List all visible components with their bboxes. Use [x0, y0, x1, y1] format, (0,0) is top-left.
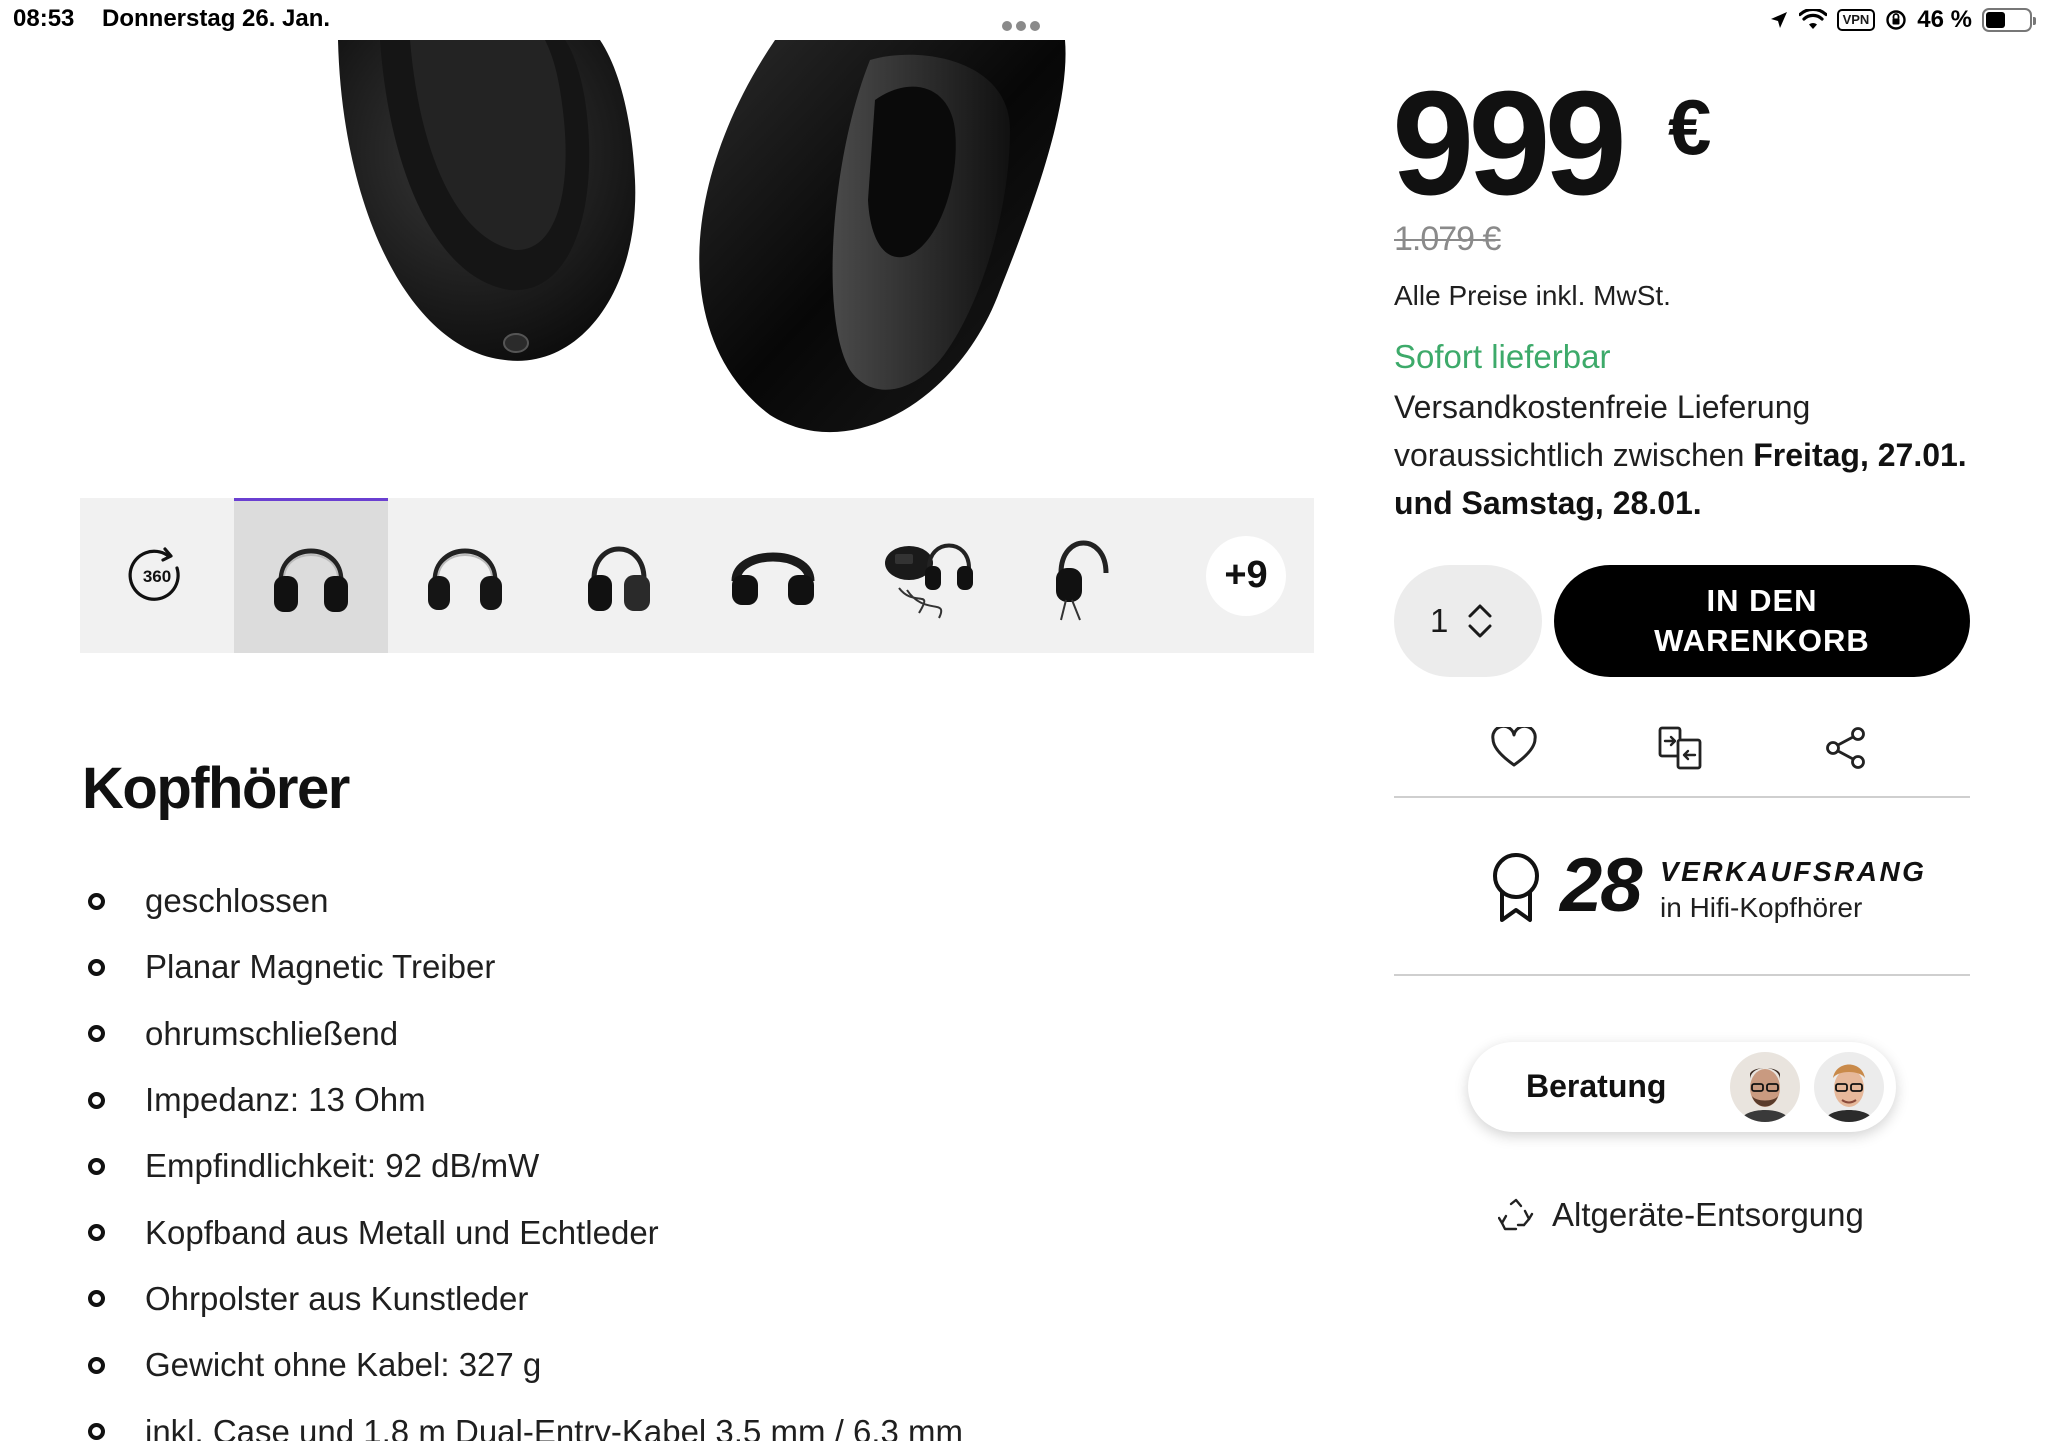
- more-images-count[interactable]: +9: [1206, 535, 1286, 616]
- delivery-date-1: Freitag, 27.01.: [1753, 437, 1967, 473]
- divider: [1394, 796, 1970, 798]
- status-date: Donnerstag 26. Jan.: [102, 5, 331, 32]
- rank-number: 28: [1560, 843, 1643, 928]
- disposal-link[interactable]: Altgeräte-Entsorgung: [1498, 1196, 1864, 1234]
- heart-icon: [1491, 727, 1537, 767]
- product-actions: [1394, 720, 1970, 776]
- feature-text: Empfindlichkeit: 92 dB/mW: [145, 1147, 540, 1185]
- bullet-icon: [88, 1356, 105, 1374]
- delivery-line-1: Versandkostenfreie Lieferung: [1394, 389, 1811, 425]
- thumbnail-headphone-front-2[interactable]: [388, 498, 542, 653]
- wifi-icon: [1798, 9, 1827, 29]
- feature-item: Kopfband aus Metall und Echtleder: [88, 1199, 963, 1265]
- price: 999: [1392, 61, 1627, 226]
- rotate-360-icon: 360: [128, 546, 180, 601]
- feature-item: ohrumschließend: [88, 1001, 963, 1067]
- rank-label: VERKAUFSRANG: [1660, 856, 1927, 887]
- bullet-icon: [88, 1091, 105, 1109]
- feature-item: inkl. Case und 1,8 m Dual-Entry-Kabel 3,…: [88, 1398, 963, 1441]
- battery-icon: [1982, 8, 2036, 32]
- advisor-avatar: [1730, 1052, 1800, 1122]
- add-to-cart-button[interactable]: IN DEN WARENKORB: [1554, 565, 1970, 677]
- headphone-thumbnail-image: [274, 548, 348, 612]
- vpn-badge: VPN: [1836, 9, 1876, 31]
- feature-text: Gewicht ohne Kabel: 327 g: [145, 1346, 542, 1384]
- delivery-date-2: und Samstag, 28.01.: [1394, 485, 1702, 521]
- vat-note: Alle Preise inkl. MwSt.: [1394, 280, 1671, 311]
- status-indicators: VPN 46 %: [1769, 4, 2036, 36]
- headphone-thumbnail-image: [428, 548, 502, 610]
- wishlist-button[interactable]: [1486, 720, 1542, 776]
- advice-label: Beratung: [1526, 1068, 1667, 1104]
- bullet-icon: [88, 1290, 105, 1308]
- up-down-chevron-icon: [1468, 604, 1492, 638]
- feature-list: geschlossen Planar Magnetic Treiber ohru…: [88, 868, 963, 1441]
- feature-item: Impedanz: 13 Ohm: [88, 1067, 963, 1133]
- feature-item: geschlossen: [88, 868, 963, 934]
- bullet-icon: [88, 1224, 105, 1242]
- feature-text: inkl. Case und 1,8 m Dual-Entry-Kabel 3,…: [145, 1412, 963, 1441]
- compare-icon: [1658, 726, 1702, 770]
- share-icon: [1826, 727, 1865, 769]
- headphone-thumbnail-image: [588, 546, 650, 611]
- product-main-image[interactable]: [80, 40, 1310, 480]
- battery-percent: 46 %: [1917, 6, 1972, 33]
- status-bar: 08:53 Donnerstag 26. Jan. VPN 46 %: [0, 0, 2048, 40]
- thumbnail-more[interactable]: +9: [1158, 498, 1312, 653]
- quantity-value: 1: [1430, 602, 1449, 639]
- multitasking-dots-icon[interactable]: [1002, 18, 1050, 31]
- feature-item: Ohrpolster aus Kunstleder: [88, 1266, 963, 1332]
- share-button[interactable]: [1818, 720, 1874, 776]
- location-arrow-icon: [1770, 12, 1787, 28]
- bullet-icon: [88, 1423, 105, 1441]
- bullet-icon: [88, 892, 105, 910]
- feature-item: Empfindlichkeit: 92 dB/mW: [88, 1133, 963, 1199]
- thumbnail-360-view[interactable]: 360: [80, 498, 234, 653]
- thumbnail-headphone-side[interactable]: [542, 498, 696, 653]
- delivery-info: Versandkostenfreie Lieferung voraussicht…: [1394, 383, 1994, 527]
- headphone-thumbnail-image: [1056, 540, 1109, 620]
- thumbnail-headphone-cable[interactable]: [1004, 498, 1158, 653]
- disposal-label: Altgeräte-Entsorgung: [1552, 1196, 1864, 1233]
- headphone-thumbnail-image: [885, 543, 973, 618]
- orientation-lock-icon: [1886, 10, 1906, 30]
- advice-button[interactable]: Beratung: [1468, 1042, 1896, 1132]
- sales-rank[interactable]: 28 VERKAUFSRANG in Hifi-Kopfhörer: [1490, 843, 1950, 930]
- thumbnail-headphone-front[interactable]: [234, 498, 388, 653]
- feature-item: Planar Magnetic Treiber: [88, 934, 963, 1000]
- add-to-cart-label: IN DEN WARENKORB: [1654, 583, 1870, 658]
- price-currency: €: [1668, 83, 1712, 171]
- availability-status: Sofort lieferbar: [1394, 338, 1611, 375]
- headphone-thumbnail-image: [731, 552, 815, 605]
- rank-category: in Hifi-Kopfhörer: [1660, 892, 1863, 923]
- feature-text: Impedanz: 13 Ohm: [145, 1081, 426, 1119]
- divider: [1394, 974, 1970, 976]
- recycle-icon: [1498, 1198, 1534, 1231]
- svg-text:360: 360: [143, 567, 171, 586]
- status-time: 08:53: [13, 5, 75, 32]
- thumbnail-headphone-case-accessories[interactable]: [850, 498, 1004, 653]
- compare-button[interactable]: [1652, 720, 1708, 776]
- product-category-title: Kopfhörer: [82, 756, 350, 821]
- thumbnail-strip: 360 +9: [80, 498, 1314, 653]
- quantity-stepper[interactable]: 1: [1394, 565, 1542, 677]
- feature-text: geschlossen: [145, 882, 329, 920]
- advisor-avatar: [1814, 1052, 1884, 1122]
- feature-item: Gewicht ohne Kabel: 327 g: [88, 1332, 963, 1398]
- bullet-icon: [88, 958, 105, 976]
- old-price: 1.079 €: [1394, 220, 1501, 258]
- feature-text: Kopfband aus Metall und Echtleder: [145, 1213, 659, 1251]
- award-ribbon-icon: [1493, 853, 1539, 922]
- delivery-line-2-prefix: voraussichtlich zwischen: [1394, 437, 1754, 473]
- bullet-icon: [88, 1157, 105, 1175]
- feature-text: ohrumschließend: [145, 1014, 399, 1052]
- thumbnail-headphone-top[interactable]: [696, 498, 850, 653]
- bullet-icon: [88, 1025, 105, 1043]
- feature-text: Planar Magnetic Treiber: [145, 948, 496, 986]
- feature-text: Ohrpolster aus Kunstleder: [145, 1279, 529, 1317]
